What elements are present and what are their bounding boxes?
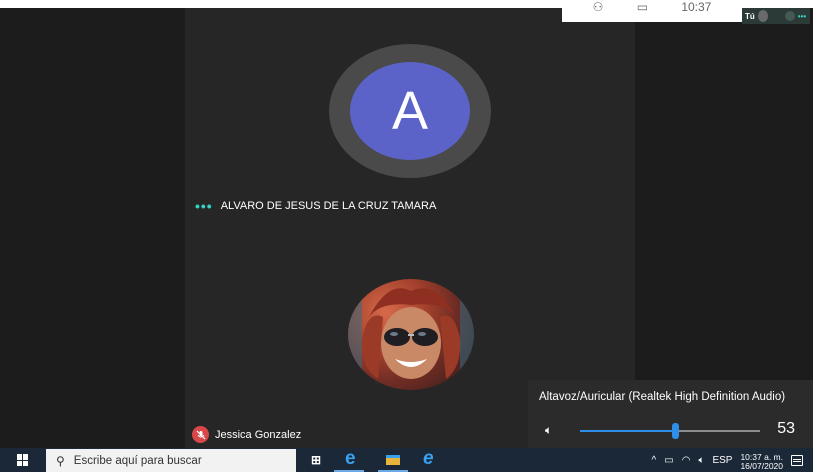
taskbar-search-box[interactable]: ⚲ Escribe aquí para buscar — [46, 449, 296, 472]
notification-center-icon[interactable] — [791, 454, 803, 466]
file-explorer-icon[interactable] — [386, 455, 400, 465]
system-tray: ^ ▭ ◠ 🔈︎ ESP 10:37 a. m. 16/07/2020 — [652, 448, 813, 472]
self-preview-avatar-secondary — [784, 11, 795, 21]
windows-start-icon[interactable] — [17, 454, 29, 466]
edge-browser-icon[interactable]: e — [345, 448, 356, 470]
chevron-up-icon[interactable]: ^ — [652, 455, 657, 466]
volume-slider-fill — [580, 430, 676, 432]
self-preview-label: Tú — [745, 11, 755, 21]
volume-flyout: Altavoz/Auricular (Realtek High Definiti… — [528, 380, 813, 448]
muted-microphone-icon — [192, 426, 209, 443]
self-participant-label: Jessica Gonzalez — [192, 426, 301, 443]
self-preview-thumbnail[interactable]: Tú ••• — [742, 8, 810, 24]
active-speaker-name: ALVARO DE JESUS DE LA CRUZ TAMARA — [220, 200, 437, 212]
audio-device-name[interactable]: Altavoz/Auricular (Realtek High Definiti… — [539, 391, 785, 403]
speaker-icon[interactable]: 🔈︎ — [545, 423, 552, 438]
left-video-panel — [0, 8, 185, 448]
language-indicator[interactable]: ESP — [712, 455, 732, 466]
avatar-initial: A — [391, 81, 429, 141]
search-icon: ⚲ — [56, 453, 65, 468]
active-speaker-label: ••• ALVARO DE JESUS DE LA CRUZ TAMARA — [195, 198, 436, 214]
self-preview-speaking-icon: ••• — [797, 11, 807, 21]
wifi-icon[interactable]: ◠ — [682, 455, 691, 466]
volume-icon[interactable]: 🔈︎ — [698, 455, 704, 466]
participant-avatar[interactable]: A — [350, 62, 470, 160]
speaking-indicator-icon: ••• — [195, 198, 213, 214]
taskbar-clock[interactable]: 10:37 a. m. 16/07/2020 — [740, 452, 783, 471]
task-view-icon[interactable]: ⊞ — [311, 453, 321, 467]
taskbar-date: 16/07/2020 — [740, 460, 783, 471]
search-placeholder: Escribe aquí para buscar — [73, 454, 202, 467]
people-icon[interactable]: ⚇ — [593, 0, 604, 14]
volume-value: 53 — [777, 420, 795, 437]
chat-icon[interactable]: ▭ — [637, 0, 648, 14]
meeting-time: 10:37 — [681, 0, 712, 14]
self-participant-name: Jessica Gonzalez — [215, 428, 302, 441]
participant-photo-image — [348, 279, 474, 390]
internet-explorer-icon[interactable]: e — [423, 448, 434, 470]
battery-icon[interactable]: ▭ — [664, 455, 673, 466]
volume-slider[interactable] — [580, 423, 760, 439]
windows-taskbar: ⚲ Escribe aquí para buscar ⊞ e e ^ ▭ ◠ 🔈… — [0, 448, 813, 472]
participant-photo[interactable] — [348, 279, 474, 390]
meeting-controls-bar: ⚇ ▭ 10:37 — [562, 0, 742, 22]
self-preview-avatar — [757, 10, 768, 22]
volume-slider-thumb[interactable] — [672, 423, 680, 439]
